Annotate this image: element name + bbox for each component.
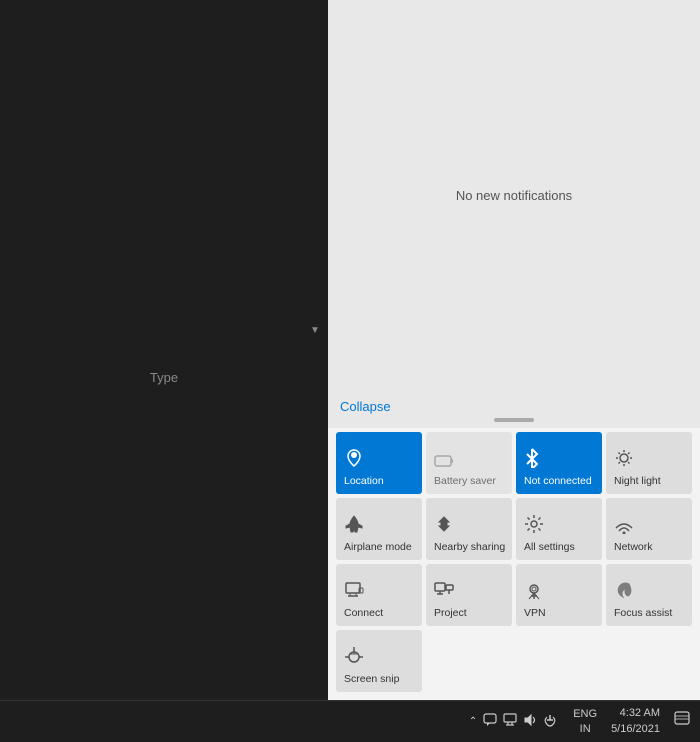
project-label: Project xyxy=(434,607,467,620)
tile-focus-assist[interactable]: Focus assist xyxy=(606,564,692,626)
taskbar-display-icon[interactable] xyxy=(503,713,517,730)
qa-tile-empty-1 xyxy=(426,630,512,692)
quick-actions-panel: Location Battery saver Not connecte xyxy=(328,428,700,700)
taskbar-power-icon[interactable] xyxy=(543,713,557,730)
tile-airplane-mode[interactable]: Airplane mode xyxy=(336,498,422,560)
taskbar-system-icons: ⌃ xyxy=(461,713,565,730)
quick-actions-grid: Location Battery saver Not connecte xyxy=(336,432,692,692)
tile-vpn[interactable]: VPN xyxy=(516,564,602,626)
tile-all-settings[interactable]: All settings xyxy=(516,498,602,560)
notification-area: No new notifications xyxy=(328,0,700,391)
project-icon xyxy=(434,580,454,603)
network-icon xyxy=(614,514,634,537)
taskbar-lang-text: ENGIN xyxy=(573,708,597,734)
all-settings-icon xyxy=(524,514,544,537)
tile-nearby-sharing[interactable]: Nearby sharing xyxy=(426,498,512,560)
airplane-mode-label: Airplane mode xyxy=(344,541,412,554)
notification-panel: No new notifications ↖ Collapse Location xyxy=(328,0,700,700)
taskbar-right-section: ⌃ xyxy=(461,701,694,742)
tile-connect[interactable]: Connect xyxy=(336,564,422,626)
connect-label: Connect xyxy=(344,607,383,620)
system-tray-expand-icon[interactable]: ⌃ xyxy=(469,716,477,727)
night-light-label: Night light xyxy=(614,475,661,488)
taskbar-clock[interactable]: 4:32 AM 5/16/2021 xyxy=(605,706,666,737)
vpn-label: VPN xyxy=(524,607,546,620)
bluetooth-icon xyxy=(524,448,540,471)
collapse-bar: Collapse xyxy=(328,391,700,418)
tile-screen-snip[interactable]: Screen snip xyxy=(336,630,422,692)
connect-icon xyxy=(344,580,364,603)
focus-assist-icon xyxy=(614,580,634,603)
tile-project[interactable]: Project xyxy=(426,564,512,626)
tile-night-light[interactable]: Night light xyxy=(606,432,692,494)
type-text: Type xyxy=(150,370,178,385)
vpn-icon xyxy=(524,580,544,603)
taskbar-notification-icon[interactable] xyxy=(670,711,694,732)
type-label: Type xyxy=(0,370,328,385)
taskbar-time-text: 4:32 AM xyxy=(611,706,660,721)
screen-snip-label: Screen snip xyxy=(344,673,399,686)
battery-saver-icon xyxy=(434,453,454,471)
battery-saver-label: Battery saver xyxy=(434,475,496,488)
no-notifications-text: No new notifications xyxy=(456,188,572,203)
screen-snip-icon xyxy=(344,646,364,669)
taskbar-volume-icon[interactable] xyxy=(523,713,537,730)
all-settings-label: All settings xyxy=(524,541,575,554)
scroll-indicator xyxy=(494,418,534,422)
taskbar: ⌃ xyxy=(0,700,700,742)
focus-assist-label: Focus assist xyxy=(614,607,672,620)
network-label: Network xyxy=(614,541,653,554)
taskbar-chat-icon[interactable] xyxy=(483,713,497,730)
collapse-button[interactable]: Collapse xyxy=(340,399,391,414)
tile-battery-saver[interactable]: Battery saver xyxy=(426,432,512,494)
left-panel xyxy=(0,0,328,700)
tile-not-connected[interactable]: Not connected xyxy=(516,432,602,494)
qa-tile-empty-2 xyxy=(516,630,602,692)
location-icon xyxy=(344,448,364,471)
tile-network[interactable]: Network xyxy=(606,498,692,560)
dropdown-arrow-icon[interactable]: ▼ xyxy=(310,325,320,336)
qa-tile-empty-3 xyxy=(606,630,692,692)
taskbar-date-text: 5/16/2021 xyxy=(611,722,660,737)
nearby-sharing-icon xyxy=(434,514,454,537)
location-label: Location xyxy=(344,475,384,488)
night-light-icon xyxy=(614,448,634,471)
not-connected-label: Not connected xyxy=(524,475,592,488)
taskbar-language-indicator[interactable]: ENGIN xyxy=(569,707,601,736)
tile-location[interactable]: Location xyxy=(336,432,422,494)
airplane-mode-icon xyxy=(344,514,364,537)
nearby-sharing-label: Nearby sharing xyxy=(434,541,505,554)
